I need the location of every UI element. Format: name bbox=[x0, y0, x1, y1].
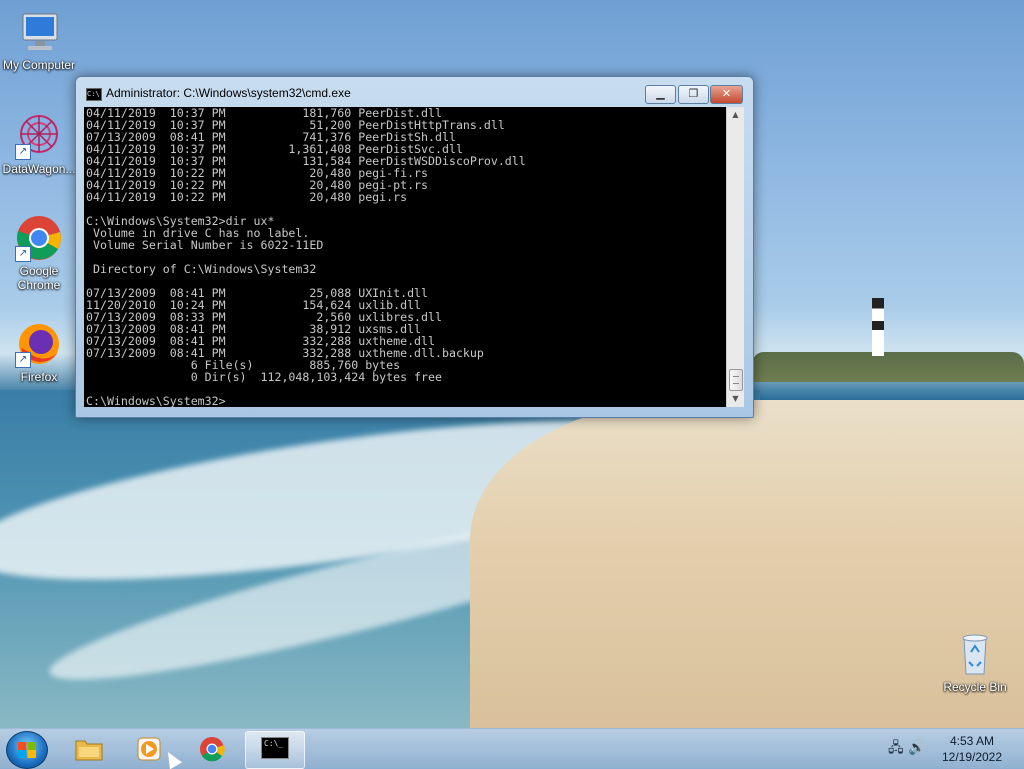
wallpaper-lighthouse bbox=[872, 298, 884, 356]
window-title: Administrator: C:\Windows\system32\cmd.e… bbox=[106, 86, 351, 100]
taskbar-clock[interactable]: 4:53 AM 12/19/2022 bbox=[930, 733, 1014, 765]
wallpaper-trees bbox=[752, 352, 1024, 382]
minimize-button[interactable]: ▁ bbox=[645, 85, 676, 104]
desktop-icon-label: Firefox bbox=[20, 370, 58, 384]
close-button[interactable]: ✕ bbox=[710, 85, 743, 104]
cmd-icon: C:\_ bbox=[261, 737, 289, 763]
start-button[interactable] bbox=[6, 731, 48, 769]
maximize-button[interactable]: ❐ bbox=[678, 85, 709, 104]
recycle-bin-icon bbox=[951, 630, 999, 678]
taskbar-item-cmd[interactable]: C:\_ bbox=[245, 731, 305, 769]
shortcut-arrow-icon: ↗ bbox=[15, 352, 31, 368]
clock-time: 4:53 AM bbox=[949, 734, 995, 748]
media-player-icon bbox=[135, 736, 163, 762]
vertical-scrollbar[interactable]: ▲ ▼ bbox=[726, 107, 744, 407]
computer-icon bbox=[15, 8, 63, 56]
datawagon-icon: ↗ bbox=[15, 112, 63, 160]
desktop-icon-google-chrome[interactable]: ↗ Google Chrome bbox=[1, 214, 77, 292]
cmd-window[interactable]: C:\ Administrator: C:\Windows\system32\c… bbox=[75, 76, 754, 418]
folder-icon bbox=[75, 736, 103, 762]
shortcut-arrow-icon: ↗ bbox=[15, 246, 31, 262]
restore-icon: ❐ bbox=[688, 87, 699, 100]
taskbar: C:\_ 🖧 🔊 4:53 AM 12/19/2022 bbox=[0, 728, 1024, 769]
system-tray[interactable]: 🖧 🔊 bbox=[888, 737, 928, 759]
console-line: 04/11/2019 10:22 PM 20,480 pegi.rs bbox=[86, 190, 408, 204]
clock-date: 12/19/2022 bbox=[941, 750, 1003, 764]
console-lines: 04/11/2019 10:37 PM 181,760 PeerDist.dll… bbox=[84, 107, 726, 407]
desktop-icon-recycle-bin[interactable]: Recycle Bin bbox=[937, 630, 1013, 694]
console-line: C:\Windows\System32> bbox=[86, 394, 226, 407]
scrollbar-thumb[interactable] bbox=[729, 369, 743, 391]
console-line: Directory of C:\Windows\System32 bbox=[86, 262, 317, 276]
minimize-icon: ▁ bbox=[656, 87, 665, 100]
desktop-icon-label: Recycle Bin bbox=[943, 680, 1007, 694]
close-icon: ✕ bbox=[721, 87, 732, 100]
window-titlebar[interactable]: C:\ Administrator: C:\Windows\system32\c… bbox=[76, 77, 753, 107]
console-line: Volume Serial Number is 6022-11ED bbox=[86, 238, 324, 252]
console-line: 0 Dir(s) 112,048,103,424 bytes free bbox=[86, 370, 442, 384]
network-icon[interactable]: 🖧 bbox=[888, 740, 904, 756]
desktop-icon-label: Google Chrome bbox=[17, 264, 61, 292]
chrome-icon: ↗ bbox=[15, 214, 63, 262]
taskbar-item-file-explorer[interactable] bbox=[60, 731, 118, 767]
windows-logo-icon bbox=[18, 742, 36, 758]
scroll-down-arrow-icon[interactable]: ▼ bbox=[727, 391, 744, 407]
shortcut-arrow-icon: ↗ bbox=[15, 144, 31, 160]
desktop-icon-my-computer[interactable]: My Computer bbox=[1, 8, 77, 72]
cmd-icon-text: C:\_ bbox=[261, 737, 289, 759]
console-output[interactable]: 04/11/2019 10:37 PM 181,760 PeerDist.dll… bbox=[84, 107, 726, 407]
desktop-icon-firefox[interactable]: ↗ Firefox bbox=[1, 320, 77, 384]
desktop-icon-datawagon[interactable]: ↗ DataWagon... bbox=[1, 112, 77, 176]
scroll-up-arrow-icon[interactable]: ▲ bbox=[727, 107, 744, 123]
firefox-icon: ↗ bbox=[15, 320, 63, 368]
desktop-icon-label: My Computer bbox=[2, 58, 76, 72]
desktop-icon-label: DataWagon... bbox=[2, 162, 76, 176]
taskbar-item-chrome[interactable] bbox=[183, 731, 241, 767]
volume-icon[interactable]: 🔊 bbox=[908, 740, 925, 756]
chrome-icon bbox=[198, 736, 226, 762]
cmd-icon: C:\ bbox=[86, 88, 102, 101]
